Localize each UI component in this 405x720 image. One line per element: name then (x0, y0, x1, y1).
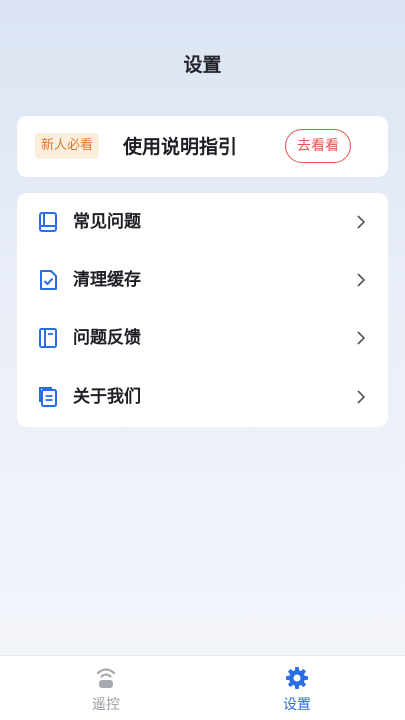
book-icon (39, 212, 57, 232)
go-see-button[interactable]: 去看看 (285, 129, 351, 163)
notebook-icon (39, 328, 57, 348)
remote-icon (96, 668, 116, 688)
menu-item-about-us[interactable]: 关于我们 (17, 368, 388, 426)
settings-menu: 常见问题 清理缓存 问题反馈 关于我们 (17, 193, 388, 427)
menu-item-label: 问题反馈 (73, 328, 141, 348)
menu-item-label: 常见问题 (73, 212, 141, 232)
page-title: 设置 (183, 54, 222, 76)
bottom-tab-bar: 遥控 设置 (0, 655, 405, 720)
menu-item-feedback[interactable]: 问题反馈 (17, 309, 388, 367)
tab-label: 遥控 (92, 697, 120, 713)
tab-settings[interactable]: 设置 (196, 656, 398, 720)
chevron-right-icon (357, 215, 366, 229)
chevron-right-icon (357, 273, 366, 287)
tab-label: 设置 (283, 697, 311, 713)
guide-card: 新人必看 使用说明指引 去看看 (17, 116, 388, 177)
file-check-icon (40, 270, 57, 290)
new-user-badge: 新人必看 (35, 133, 100, 159)
menu-item-faq[interactable]: 常见问题 (17, 193, 388, 251)
tab-remote[interactable]: 遥控 (5, 656, 207, 720)
menu-item-label: 关于我们 (73, 387, 141, 407)
menu-item-label: 清理缓存 (73, 270, 141, 290)
chevron-right-icon (357, 390, 366, 404)
chevron-right-icon (357, 331, 366, 345)
gear-icon (286, 667, 308, 689)
guide-title: 使用说明指引 (123, 136, 238, 158)
documents-icon (39, 387, 57, 407)
menu-item-clear-cache[interactable]: 清理缓存 (17, 251, 388, 309)
